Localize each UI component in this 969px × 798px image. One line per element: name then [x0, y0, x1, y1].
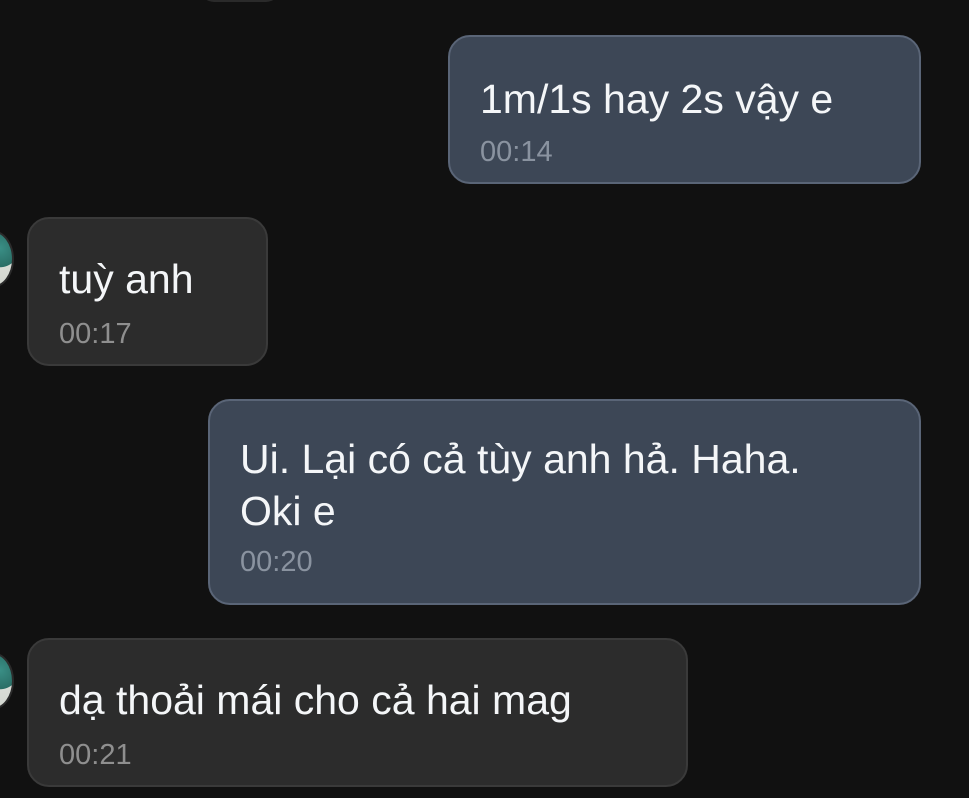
message-timestamp: 00:14: [480, 136, 553, 168]
message-text: 1m/1s hay 2s vậy e: [480, 76, 834, 122]
message-timestamp: 00:17: [59, 318, 132, 350]
message-bubble-outgoing[interactable]: Ui. Lại có cả tùy anh hả. Haha. Oki e 00…: [208, 399, 921, 605]
previous-message-bubble[interactable]: [200, 0, 280, 2]
message-text: dạ thoải mái cho cả hai mag: [59, 677, 572, 723]
message-bubble-incoming[interactable]: tuỳ anh 00:17: [27, 217, 268, 366]
message-text-line-2: Oki e: [240, 488, 336, 534]
message-bubble-outgoing[interactable]: 1m/1s hay 2s vậy e 00:14: [448, 35, 921, 184]
message-bubble-incoming[interactable]: dạ thoải mái cho cả hai mag 00:21: [27, 638, 688, 787]
message-text: tuỳ anh: [59, 256, 194, 302]
contact-avatar[interactable]: [0, 652, 14, 710]
message-text-line-1: Ui. Lại có cả tùy anh hả. Haha.: [240, 436, 801, 482]
contact-avatar[interactable]: [0, 230, 14, 288]
message-timestamp: 00:21: [59, 739, 132, 771]
message-timestamp: 00:20: [240, 546, 313, 578]
